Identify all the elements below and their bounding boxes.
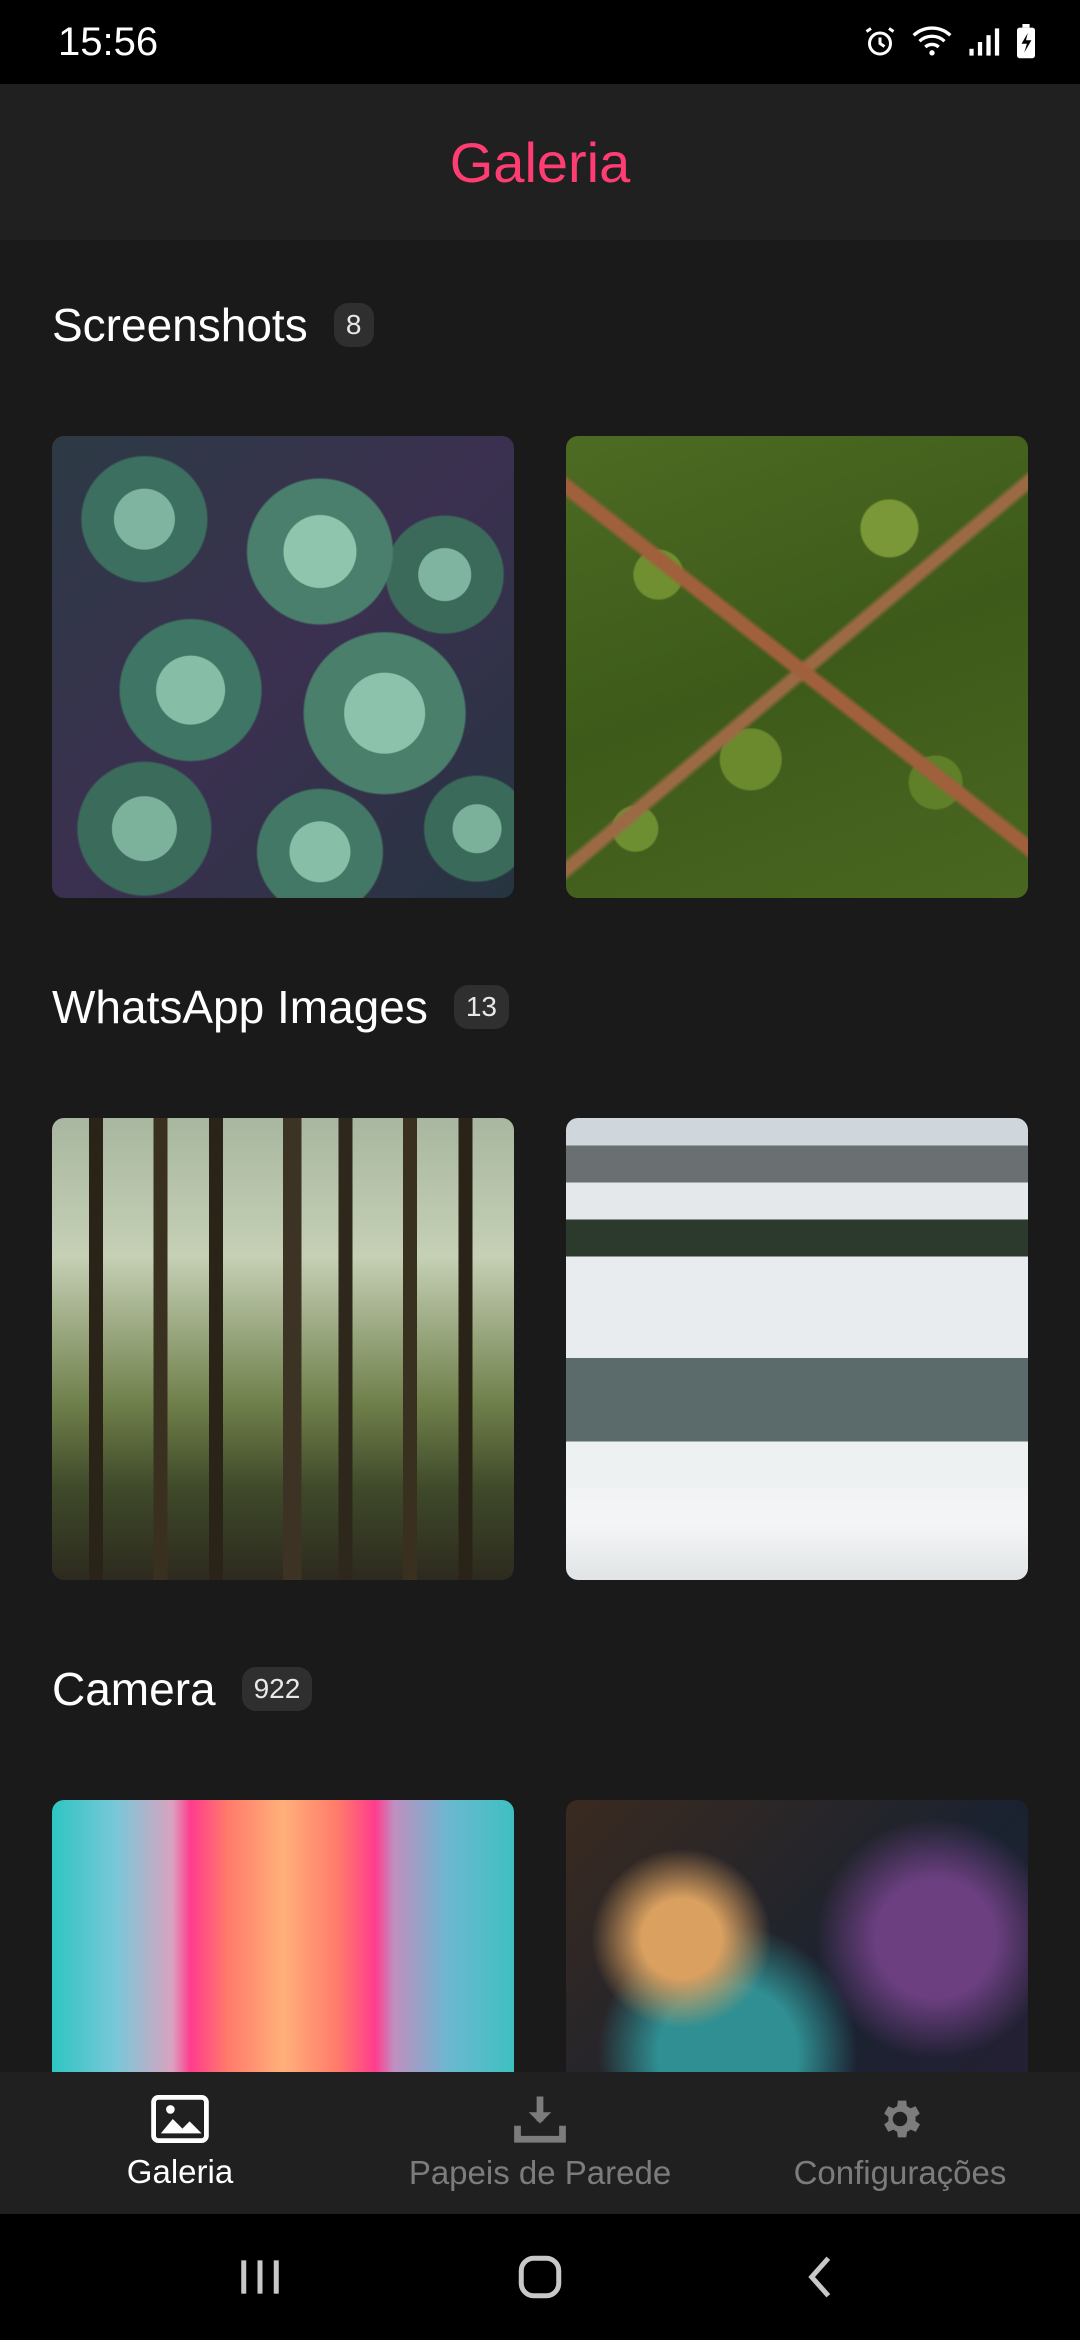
app-bar: Galeria: [0, 84, 1080, 240]
recents-icon[interactable]: [200, 2227, 320, 2327]
wifi-icon: [912, 24, 952, 60]
nav-item-galeria[interactable]: Galeria: [0, 2072, 360, 2214]
battery-charging-icon: [1014, 24, 1038, 60]
album-header-camera[interactable]: Camera 922: [52, 1662, 313, 1716]
signal-icon: [966, 25, 1000, 59]
nav-label: Configurações: [793, 2154, 1007, 2191]
alarm-icon: [862, 24, 898, 60]
succulents-photo[interactable]: [52, 436, 514, 898]
album-title: Camera: [52, 1663, 216, 1715]
status-time: 15:56: [58, 19, 159, 64]
status-bar: 15:56: [0, 0, 1080, 84]
bottom-navigation: Galeria Papeis de Parede Configurações: [0, 2072, 1080, 2214]
album-header-screenshots[interactable]: Screenshots 8: [52, 298, 374, 352]
album-header-whatsapp-images[interactable]: WhatsApp Images 13: [52, 980, 509, 1034]
back-icon[interactable]: [760, 2227, 880, 2327]
nav-label: Galeria: [126, 2153, 234, 2190]
image-icon: [151, 2095, 209, 2143]
mountain-lake-photo[interactable]: [566, 1118, 1028, 1580]
album-count-badge: 922: [241, 1667, 313, 1711]
album-count-badge: 8: [333, 303, 374, 347]
album-title: WhatsApp Images: [52, 981, 428, 1033]
home-icon[interactable]: [480, 2227, 600, 2327]
system-navigation: [0, 2214, 1080, 2340]
forest-trees-photo[interactable]: [52, 1118, 514, 1580]
nav-item-papeis-de-parede[interactable]: Papeis de Parede: [360, 2072, 720, 2214]
neon-corridor-photo[interactable]: [52, 1800, 514, 2072]
album-count-badge: 13: [453, 985, 509, 1029]
nav-label: Papeis de Parede: [408, 2154, 672, 2191]
status-icons: [862, 24, 1038, 60]
aerial-forest-photo[interactable]: [566, 436, 1028, 898]
page-title: Galeria: [449, 130, 631, 194]
download-icon: [513, 2094, 567, 2144]
gallery-content[interactable]: Screenshots 8 WhatsApp Images 13 Camera …: [0, 240, 1080, 2072]
nebula-photo[interactable]: [566, 1800, 1028, 2072]
nav-item-configuracoes[interactable]: Configurações: [720, 2072, 1080, 2214]
album-title: Screenshots: [52, 299, 308, 351]
gear-icon: [875, 2094, 925, 2144]
